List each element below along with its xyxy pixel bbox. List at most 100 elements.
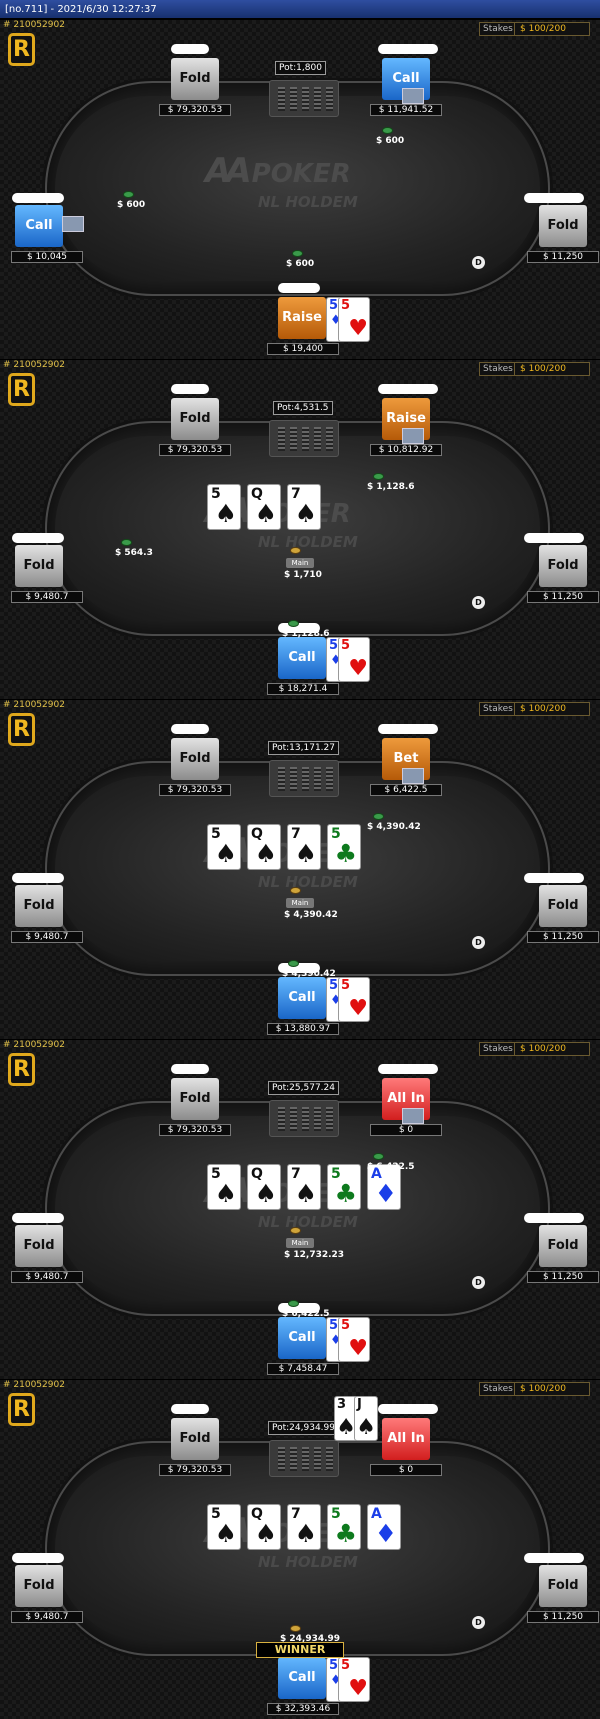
card-suit-icon: ♣ — [334, 1519, 357, 1548]
seat-top-left-action[interactable]: Fold — [171, 1078, 219, 1120]
hero-hole-card: 5 ♥ — [338, 977, 370, 1022]
seat-left-stack: $ 9,480.7 — [11, 1611, 83, 1623]
shoe-slot — [278, 87, 285, 111]
seat-right-action[interactable]: Fold — [539, 1565, 587, 1607]
seat-hero-action[interactable]: Call — [278, 977, 326, 1019]
seat-top-right-stack: $ 6,422.5 — [370, 784, 442, 796]
opponent-card-back-icon — [402, 428, 424, 444]
board-card: 7 ♠ — [287, 1504, 321, 1550]
seat-right-stack: $ 11,250 — [527, 1611, 599, 1623]
seat-top-right-stack: $ 10,812.92 — [370, 444, 442, 456]
card-suit-icon: ♠ — [214, 1179, 237, 1208]
card-suit-icon: ♠ — [356, 1415, 376, 1440]
chip-stack-icon — [288, 620, 299, 627]
player-name-masked — [378, 724, 438, 734]
chip-stack-icon — [288, 960, 299, 967]
card-suit-icon: ♥ — [348, 996, 368, 1021]
player-name-masked — [171, 724, 209, 734]
seat-top-right-bet: $ 600 — [376, 136, 405, 146]
board-card: A ♦ — [367, 1504, 401, 1550]
card-suit-icon: ♣ — [334, 839, 357, 868]
board-card: 5 ♣ — [327, 824, 361, 870]
seat-hero-action[interactable]: Call — [278, 1657, 326, 1699]
card-rank: 5 — [341, 298, 351, 313]
stakes-box: Stakes $ 100/200 — [479, 702, 590, 716]
seat-top-left-action[interactable]: Fold — [171, 1418, 219, 1460]
chip-stack-icon — [123, 191, 134, 198]
card-suit-icon: ♠ — [254, 1179, 277, 1208]
seat-right-stack: $ 11,250 — [527, 1271, 599, 1283]
seat-top-right-bet: $ 1,128.6 — [367, 482, 415, 492]
hero-hole-card: 5 ♥ — [338, 297, 370, 342]
card-rank: J — [357, 1397, 362, 1412]
stakes-box: Stakes $ 100/200 — [479, 1042, 590, 1056]
card-suit-icon: ♠ — [254, 1519, 277, 1548]
seat-hero-stack: $ 7,458.47 — [267, 1363, 339, 1375]
shoe-slot — [290, 427, 297, 451]
seat-right-action[interactable]: Fold — [539, 885, 587, 927]
seat-left-action[interactable]: Fold — [15, 885, 63, 927]
card-suit-icon: ♠ — [294, 1179, 317, 1208]
player-name-masked — [378, 384, 438, 394]
opponent-card-back-icon — [62, 216, 84, 232]
seat-top-left-stack: $ 79,320.53 — [159, 1464, 231, 1476]
seat-left-action[interactable]: Call — [15, 205, 63, 247]
dealer-button: D — [472, 1616, 485, 1629]
card-suit-icon: ♠ — [294, 499, 317, 528]
pot-display: Pot:24,934.99 — [268, 1421, 339, 1435]
shoe-slot — [314, 87, 321, 111]
board-card: 5 ♠ — [207, 1164, 241, 1210]
seat-hero-action[interactable]: Call — [278, 1317, 326, 1359]
board-card: 7 ♠ — [287, 484, 321, 530]
pot-display: Pot:1,800 — [275, 61, 326, 75]
board-card: 5 ♠ — [207, 824, 241, 870]
card-suit-icon: ♦ — [374, 1519, 397, 1548]
board-card: Q ♠ — [247, 1504, 281, 1550]
seat-hero-stack: $ 18,271.4 — [267, 683, 339, 695]
card-shoe — [269, 420, 339, 457]
seat-left-action[interactable]: Fold — [15, 1565, 63, 1607]
player-name-masked — [12, 193, 64, 203]
seat-top-left-action[interactable]: Fold — [171, 738, 219, 780]
seat-left-action[interactable]: Fold — [15, 545, 63, 587]
shoe-slot — [302, 427, 309, 451]
seat-top-left-action[interactable]: Fold — [171, 58, 219, 100]
window-title: [no.711] - 2021/6/30 12:27:37 — [0, 0, 600, 19]
stakes-value: $ 100/200 — [520, 24, 566, 34]
seat-top-right-stack: $ 0 — [370, 1124, 442, 1136]
seat-right-action[interactable]: Fold — [539, 205, 587, 247]
card-rank: 5 — [341, 1658, 351, 1673]
player-name-masked — [171, 44, 209, 54]
room-logo: R — [8, 373, 35, 406]
seat-hero-stack: $ 32,393.46 — [267, 1703, 339, 1715]
player-name-masked — [524, 193, 584, 203]
stakes-label: Stakes — [480, 703, 515, 715]
seat-hero-stack: $ 19,400 — [267, 343, 339, 355]
hand-id: # 210052902 — [3, 20, 65, 30]
seat-hero-action[interactable]: Call — [278, 637, 326, 679]
stakes-label: Stakes — [480, 1043, 515, 1055]
seat-top-right-action[interactable]: All In — [382, 1418, 430, 1460]
table-panel: # 210052902RStakes$ 100/200AAPOKERNL HOL… — [0, 1379, 600, 1719]
seat-right-action[interactable]: Fold — [539, 545, 587, 587]
seat-left-action[interactable]: Fold — [15, 1225, 63, 1267]
stakes-label: Stakes — [480, 1383, 515, 1395]
opponent-card-back-icon — [402, 1108, 424, 1124]
shoe-slot — [314, 427, 321, 451]
player-name-masked — [524, 1553, 584, 1563]
player-name-masked — [378, 1064, 438, 1074]
card-rank: 5 — [341, 638, 351, 653]
chip-stack-icon — [373, 813, 384, 820]
shoe-slot — [290, 767, 297, 791]
card-rank: 5 — [329, 1658, 339, 1673]
brand-name: POKER — [251, 159, 351, 189]
seat-right-action[interactable]: Fold — [539, 1225, 587, 1267]
player-name-masked — [378, 1404, 438, 1414]
card-rank: 5 — [329, 638, 339, 653]
shoe-slot — [326, 767, 333, 791]
shoe-slot — [314, 1447, 321, 1471]
seat-hero-bet: $ 6,422.5 — [282, 1309, 330, 1319]
brand-logo: AAPOKER — [205, 151, 351, 191]
seat-top-left-action[interactable]: Fold — [171, 398, 219, 440]
seat-hero-action[interactable]: Raise — [278, 297, 326, 339]
